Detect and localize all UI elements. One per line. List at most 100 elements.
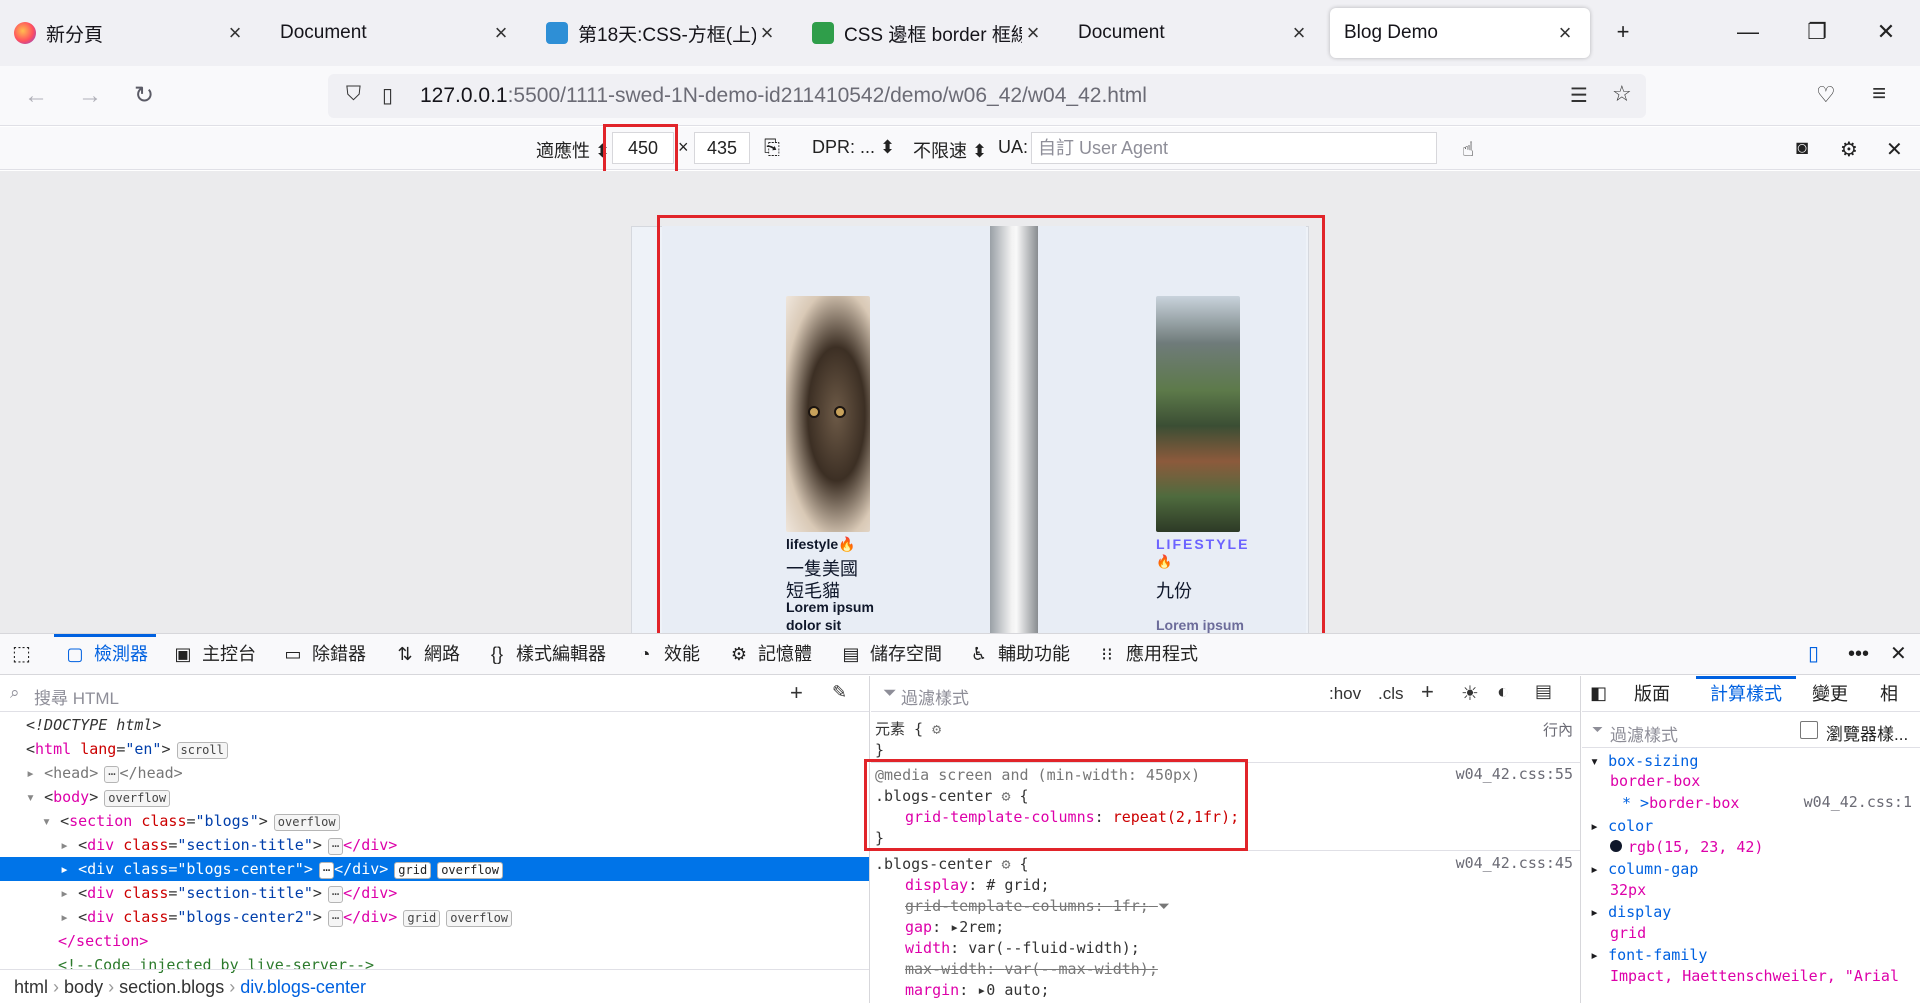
print-media-icon[interactable]: ▤ [1535, 681, 1552, 702]
breadcrumb-item[interactable]: html [14, 977, 48, 997]
page-icon[interactable]: ▯ [382, 83, 393, 108]
bookmark-star-icon[interactable]: ☆ [1612, 81, 1632, 107]
forward-button[interactable]: → [74, 80, 106, 112]
dark-mode-icon[interactable]: ◐ [1497, 681, 1509, 704]
menu-icon[interactable]: ≡ [1872, 80, 1886, 108]
tree-node[interactable]: <!DOCTYPE html> [0, 713, 869, 737]
tab-memory[interactable]: ⚙ 記憶體 [726, 634, 812, 674]
tree-node[interactable]: ▾ <section class="blogs"> overflow [0, 809, 869, 833]
tree-node[interactable]: ▸ <head> ⋯ </head> [0, 761, 869, 785]
filter-icon: ⏷ [1592, 721, 1604, 737]
tab-storage[interactable]: ▤ 儲存空間 [838, 634, 942, 674]
computed-prop[interactable]: ▸ display [1590, 902, 1671, 923]
declaration-overridden[interactable]: grid-template-columns: 1fr; ⏷ [905, 896, 1170, 917]
tab-blog-demo[interactable]: Blog Demo × [1330, 8, 1590, 58]
close-icon[interactable]: × [1554, 20, 1576, 46]
tab-style-editor[interactable]: {} 樣式編輯器 [484, 634, 606, 674]
tab-document-2[interactable]: Document × [1064, 8, 1324, 58]
rule-source-link[interactable]: w04_42.css:45 [1456, 854, 1573, 872]
close-window-button[interactable]: ✕ [1866, 14, 1906, 50]
settings-gear-icon[interactable]: ⚙ [1840, 137, 1858, 162]
shield-icon[interactable]: ⛉ [346, 83, 361, 106]
tree-node[interactable]: <html lang="en"> scroll [0, 737, 869, 761]
tree-node[interactable]: ▸ <div class="blogs-center2"> ⋯ </div> grid… [0, 905, 869, 929]
declaration[interactable]: gap: ▸2rem; [905, 917, 1004, 938]
hov-toggle[interactable]: :hov [1329, 684, 1361, 704]
new-tab-button[interactable]: + [1603, 14, 1643, 50]
grid-icon[interactable]: # [986, 876, 995, 894]
tab-new-tab[interactable]: 新分頁 × [0, 8, 260, 58]
close-icon[interactable]: × [1022, 20, 1044, 46]
user-agent-input[interactable]: 自訂 User Agent [1031, 132, 1437, 164]
url-bar[interactable]: ⛉ ▯ 127.0.0.1:5500/1111-swed-1N-demo-id2… [328, 74, 1646, 118]
restore-button[interactable]: ❐ [1797, 14, 1837, 50]
computed-source-link[interactable]: w04_42.css:1 [1804, 793, 1912, 811]
html-search-bar[interactable]: ⌕ 搜尋 HTML + ✎ [0, 676, 869, 712]
back-button[interactable]: ← [20, 80, 52, 112]
close-rdm-icon[interactable]: ✕ [1886, 137, 1903, 162]
add-rule-icon[interactable]: + [1421, 679, 1434, 705]
close-icon[interactable]: × [224, 20, 246, 46]
close-icon[interactable]: × [1288, 20, 1310, 46]
toggle-sidebar-icon[interactable]: ◧ [1590, 683, 1607, 704]
eyedropper-icon[interactable]: ✎ [832, 682, 847, 703]
reload-button[interactable]: ↻ [128, 80, 160, 112]
pocket-icon[interactable]: ♡ [1816, 82, 1836, 108]
minimize-button[interactable]: — [1728, 14, 1768, 50]
computed-prop[interactable]: ▸ font-family [1590, 945, 1707, 966]
close-devtools-icon[interactable]: ✕ [1890, 634, 1907, 674]
tab-computed[interactable]: 計算樣式 [1696, 676, 1796, 712]
computed-prop[interactable]: ▾ box-sizing [1590, 751, 1698, 772]
cls-toggle[interactable]: .cls [1378, 684, 1404, 704]
more-options-icon[interactable]: ••• [1848, 634, 1869, 674]
rotate-viewport-icon[interactable]: ⎘ [764, 137, 780, 160]
tab-application[interactable]: ⁝⁝ 應用程式 [1094, 634, 1198, 674]
add-node-icon[interactable]: + [790, 680, 803, 706]
computed-prop[interactable]: ▸ column-gap [1590, 859, 1698, 880]
breadcrumb-item[interactable]: section.blogs [119, 977, 224, 997]
rules-filter-input[interactable]: 過濾樣式 [901, 684, 969, 709]
declaration-overridden[interactable]: max-width: var(--max-width); [905, 959, 1158, 980]
tree-node[interactable]: ▸ <div class="section-title"> ⋯ </div> [0, 833, 869, 857]
tab-css-box[interactable]: 第18天:CSS-方框(上) - × [532, 8, 792, 58]
tree-node[interactable]: </section> [0, 929, 869, 953]
tree-node[interactable]: ▾ <body> overflow [0, 785, 869, 809]
tab-performance[interactable]: ◔ 效能 [632, 634, 700, 674]
tab-accessibility[interactable]: ♿ 輔助功能 [966, 634, 1070, 674]
rule-source-link[interactable]: w04_42.css:55 [1456, 765, 1573, 783]
tab-network[interactable]: ⇅ 網路 [392, 634, 460, 674]
tree-node[interactable]: ▸ <div class="section-title"> ⋯ </div> [0, 881, 869, 905]
tab-layout[interactable]: 版面 [1634, 676, 1670, 712]
dpr-selector[interactable]: DPR: ... ⬍ [812, 137, 895, 158]
tree-node-selected[interactable]: ▸ <div class="blogs-center"> ⋯ </div> grid o… [0, 857, 869, 881]
declaration[interactable]: display: # grid; [905, 875, 1050, 896]
element-picker-icon[interactable]: ⬚ [12, 634, 31, 674]
tab-changes[interactable]: 變更 [1812, 676, 1848, 712]
tab-more[interactable]: 相 [1880, 676, 1898, 712]
light-mode-icon[interactable]: ☀ [1461, 681, 1479, 706]
responsive-mode-icon[interactable]: ▯ [1808, 634, 1819, 674]
html-search-input[interactable]: 搜尋 HTML [34, 684, 119, 709]
tab-console[interactable]: ▣ 主控台 [170, 634, 256, 674]
tab-css-border[interactable]: CSS 邊框 border 框線 × [798, 8, 1058, 58]
declaration[interactable]: width: var(--fluid-width); [905, 938, 1140, 959]
reader-view-icon[interactable]: ☰ [1570, 83, 1588, 108]
close-icon[interactable]: × [490, 20, 512, 46]
device-selector[interactable]: 適應性 ⬍ [536, 137, 610, 163]
breadcrumb-item[interactable]: body [64, 977, 103, 997]
throttle-selector[interactable]: 不限速 ⬍ [913, 137, 987, 163]
computed-prop[interactable]: ▸ color [1590, 816, 1653, 837]
tab-debugger[interactable]: ▭ 除錯器 [280, 634, 366, 674]
url-text[interactable]: 127.0.0.1:5500/1111-swed-1N-demo-id21141… [420, 84, 1147, 108]
filter-icon[interactable]: ⏷ [1158, 896, 1170, 917]
close-icon[interactable]: × [756, 20, 778, 46]
breadcrumb-item-active[interactable]: div.blogs-center [240, 977, 366, 997]
tab-inspector[interactable]: ▢ 檢測器 [54, 634, 156, 674]
screenshot-icon[interactable]: ◙ [1796, 137, 1808, 160]
touch-simulation-icon[interactable]: ☝ [1462, 137, 1474, 162]
viewport-height-input[interactable]: 435 [694, 132, 750, 164]
browser-styles-checkbox[interactable] [1800, 721, 1818, 739]
tab-document[interactable]: Document × [266, 8, 526, 58]
computed-filter-input[interactable]: 過濾樣式 [1610, 721, 1678, 746]
declaration[interactable]: margin: ▸0 auto; [905, 980, 1050, 1001]
